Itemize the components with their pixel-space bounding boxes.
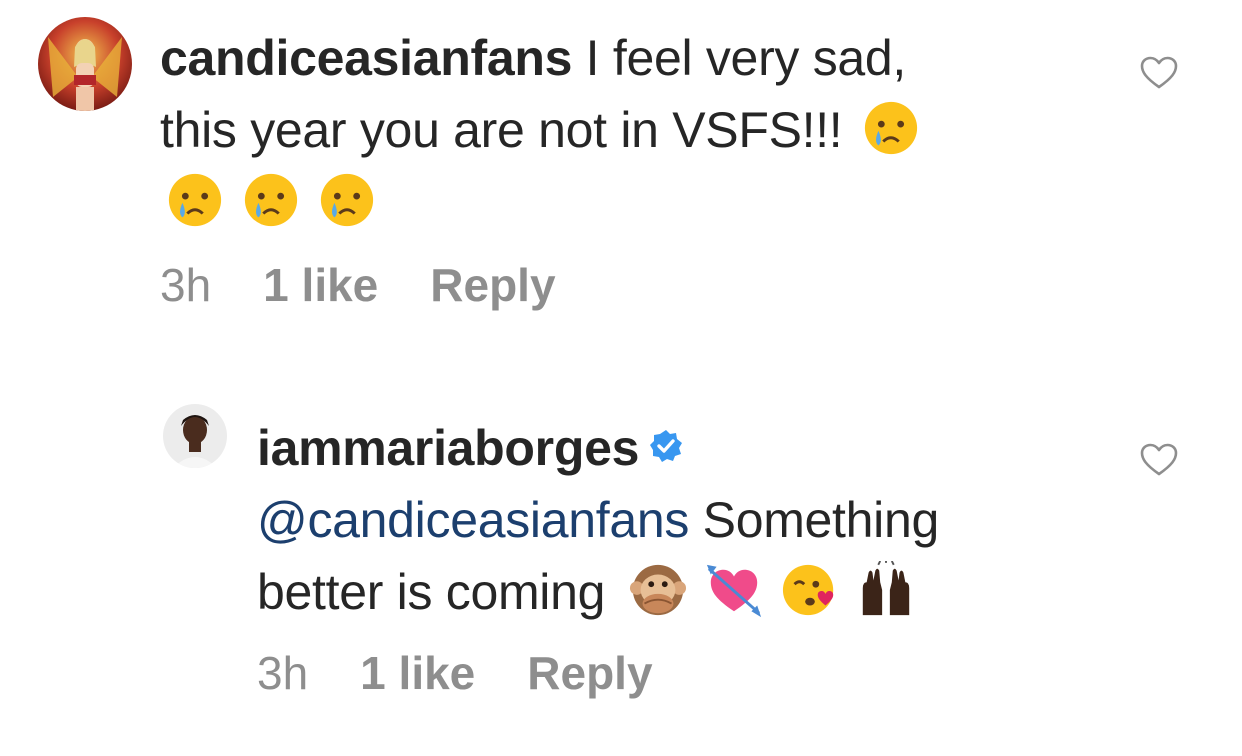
user-avatar[interactable] [38,17,132,111]
raising-hands-dark-skin-icon [862,560,909,615]
comment-meta: 3h 1 like Reply [160,258,608,312]
comment-likes-link[interactable]: 1 like [263,258,378,312]
heart-with-arrow-icon [706,564,761,617]
comment-text-line1: Something [689,492,940,548]
comment-mention-link[interactable]: @candiceasianfans [257,492,689,548]
comment-username[interactable]: iammariaborges [257,420,639,476]
speak-no-evil-monkey-icon [629,564,686,615]
comment-likes-link[interactable]: 1 like [360,646,475,700]
comment-body: iammariaborges @candiceasianfans Somethi… [257,412,1117,628]
comment-meta: 3h 1 like Reply [257,646,705,700]
user-avatar[interactable] [163,404,227,468]
reply-button[interactable]: Reply [430,258,555,312]
face-blowing-kiss-icon [782,564,833,615]
comment-timestamp: 3h [257,647,309,699]
crying-face-icon [320,173,374,226]
like-heart-icon[interactable] [1140,56,1178,90]
crying-face-icon [244,173,298,226]
comment-timestamp: 3h [160,259,212,311]
comment-item: candiceasianfans I feel very sad, this y… [0,0,1242,340]
comment-text-line2: better is coming [257,564,606,620]
verified-badge-icon [650,429,683,462]
crying-face-icon [864,101,918,154]
comment-username[interactable]: candiceasianfans [160,30,572,86]
comment-text: iammariaborges @candiceasianfans Somethi… [257,412,1117,628]
comment-body: candiceasianfans I feel very sad, this y… [160,22,1060,238]
comment-text-line2: this year you are not in VSFS!!! [160,102,843,158]
comment-text-line1: I feel very sad, [572,30,907,86]
comment-text: candiceasianfans I feel very sad, this y… [160,22,1060,238]
like-heart-icon[interactable] [1140,443,1178,477]
reply-button[interactable]: Reply [527,646,652,700]
crying-face-icon [168,173,222,226]
